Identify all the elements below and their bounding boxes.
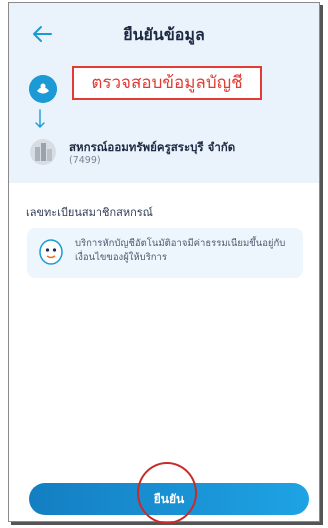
bank-logo-icon bbox=[29, 75, 57, 103]
mascot-icon bbox=[39, 239, 63, 265]
fee-notice-text: บริการหักบัญชีอัตโนมัติอาจมีค่าธรรมเนียม… bbox=[75, 238, 286, 263]
confirm-button[interactable]: ยืนยัน bbox=[29, 483, 309, 515]
cooperative-code: (7499) bbox=[69, 155, 101, 166]
header: ยืนยันข้อมูล bbox=[9, 3, 319, 65]
page-title: ยืนยันข้อมูล bbox=[123, 25, 205, 44]
member-number-label: เลขทะเบียนสมาชิกสหกรณ์ bbox=[26, 206, 153, 219]
arrow-down-icon bbox=[35, 109, 45, 128]
cooperative-name: สหกรณ์ออมทรัพย์ครูสระบุรี จำกัด bbox=[69, 140, 236, 154]
fee-notice: บริการหักบัญชีอัตโนมัติอาจมีค่าธรรมเนียม… bbox=[27, 228, 303, 278]
cooperative-logo-icon bbox=[30, 139, 56, 165]
app-screen: ยืนยันข้อมูล ตรวจสอบข้อมูลบัญชี สหกรณ์ออ… bbox=[8, 2, 320, 522]
check-account-annotation: ตรวจสอบข้อมูลบัญชี bbox=[72, 66, 262, 100]
